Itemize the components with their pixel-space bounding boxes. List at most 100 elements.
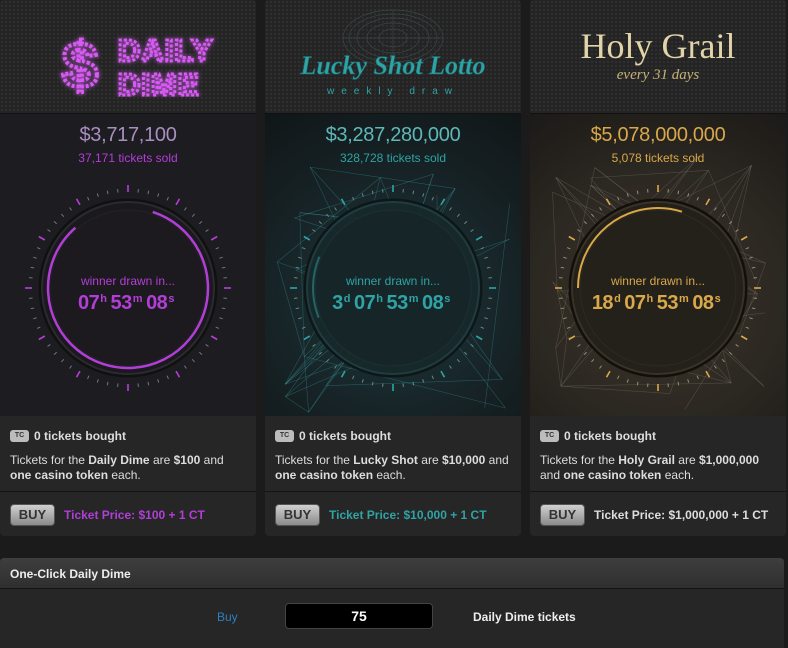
dial-tick (157, 379, 160, 383)
days-unit: d (343, 293, 351, 305)
dial-tick (318, 221, 322, 225)
dial-tick (464, 221, 468, 225)
dial-tick (157, 193, 160, 197)
days-unit: d (614, 293, 621, 305)
dial-tick (147, 190, 150, 195)
dial-tick (729, 351, 733, 355)
tickets-bought-row: TC 0 tickets bought (10, 429, 246, 443)
dial-tick (577, 229, 581, 232)
ticket-info: TC 0 tickets bought Tickets for the Daily… (0, 416, 256, 492)
tickets-sold: 5,078 tickets sold (611, 151, 705, 165)
dial-tick (745, 247, 750, 250)
dial-tick (687, 193, 690, 197)
jackpot-amount: $3,287,280,000 (325, 124, 461, 146)
buy-row: BUY Ticket Price: $10,000 + 1 CT (265, 492, 521, 526)
dial-tick (599, 207, 602, 211)
timer-minutes: 53 (110, 292, 133, 314)
dial-tick (47, 344, 51, 347)
ticket-info: TC 0 tickets bought Tickets for the Lucky… (265, 416, 521, 492)
dial-tick (210, 235, 218, 241)
dial-tick (36, 326, 41, 329)
dial-tick (33, 256, 37, 259)
dial-tick (191, 359, 195, 363)
dial-tick (361, 193, 364, 197)
jackpot-amount: $3,717,100 (79, 124, 177, 146)
dial-tick (205, 229, 209, 232)
dial-tick (740, 235, 748, 241)
dial-tick (470, 229, 474, 232)
desc-text: are (674, 453, 699, 467)
tickets-bought: 0 tickets bought (299, 429, 392, 443)
dial-tick (687, 379, 690, 383)
buy-button[interactable]: BUY (275, 504, 320, 526)
countdown-dial (555, 185, 761, 391)
desc-text: each. (661, 468, 695, 482)
dial-tick (298, 317, 302, 320)
dial-tick (205, 344, 209, 347)
desc-token: one casino token (10, 468, 109, 482)
buy-button[interactable]: BUY (10, 504, 55, 526)
dial-tick (456, 213, 460, 217)
minutes-unit: m (132, 293, 143, 305)
timer-hours: 07 (624, 292, 646, 314)
dial-tick (371, 190, 374, 195)
dial-tick (480, 326, 485, 329)
casino-token-icon: TC (275, 430, 294, 442)
dial-tick (219, 317, 223, 320)
ticket-price: Ticket Price: $10,000 + 1 CT (329, 508, 487, 522)
dial-tick (199, 221, 203, 225)
winner-drawn-label: winner drawn in... (610, 274, 706, 288)
dial-tick (431, 375, 434, 380)
dial-tick (591, 213, 595, 217)
dial-tick (106, 381, 109, 386)
dial-tick (422, 379, 425, 383)
ticket-price: Ticket Price: $1,000,000 + 1 CT (594, 508, 769, 522)
desc-text: each. (108, 468, 141, 482)
timer-minutes: 53 (386, 292, 408, 314)
dial-tick (298, 256, 302, 259)
dial-tick (745, 326, 750, 329)
ticket-quantity-input[interactable] (285, 603, 433, 629)
timer-hours: 07 (353, 292, 376, 314)
dial-tick (61, 359, 65, 363)
holy-grail-logo: Holy Grail every 31 days (530, 0, 786, 114)
hours-unit: h (376, 293, 383, 305)
dial-tick (53, 351, 57, 355)
dial-tick (312, 229, 316, 232)
desc-text: and (200, 453, 224, 467)
dial-tick (87, 375, 90, 380)
dial-tick (175, 370, 181, 378)
dial-tick (440, 198, 446, 206)
tickets-bought-row: TC 0 tickets bought (540, 429, 776, 443)
dial-tick (583, 221, 587, 225)
dial-tick (464, 351, 468, 355)
dial-tick (334, 207, 337, 211)
dial-tick (484, 256, 488, 259)
dial-tick (714, 365, 717, 369)
dial-tick (326, 213, 330, 217)
dial-tick (636, 190, 639, 195)
desc-price: $1,000,000 (698, 453, 760, 467)
ticket-info: TC 0 tickets bought Tickets for the Holy … (530, 416, 786, 492)
dial-tick (301, 326, 306, 329)
dial-tick (740, 335, 748, 341)
holy-grail-card: Holy Grail every 31 days $5,078,000,000 … (530, 0, 786, 536)
dial-tick (340, 198, 346, 206)
dial-tick (301, 247, 306, 250)
dial-tick (340, 370, 346, 378)
network-line (285, 396, 309, 413)
buy-button[interactable]: BUY (540, 504, 585, 526)
dial-tick (568, 335, 576, 341)
dial-tick (617, 196, 620, 201)
dial-tick (749, 256, 753, 259)
dial-tick (75, 198, 81, 206)
dial-tick (721, 213, 725, 217)
countdown-dial (25, 185, 231, 391)
dial-tick (69, 365, 72, 369)
dial-tick (215, 247, 220, 250)
dial-tick (480, 247, 485, 250)
casino-token-icon: TC (540, 430, 559, 442)
dial-tick (714, 207, 717, 211)
timer-minutes: 53 (656, 292, 679, 314)
one-click-buy-link[interactable]: Buy (217, 610, 238, 624)
